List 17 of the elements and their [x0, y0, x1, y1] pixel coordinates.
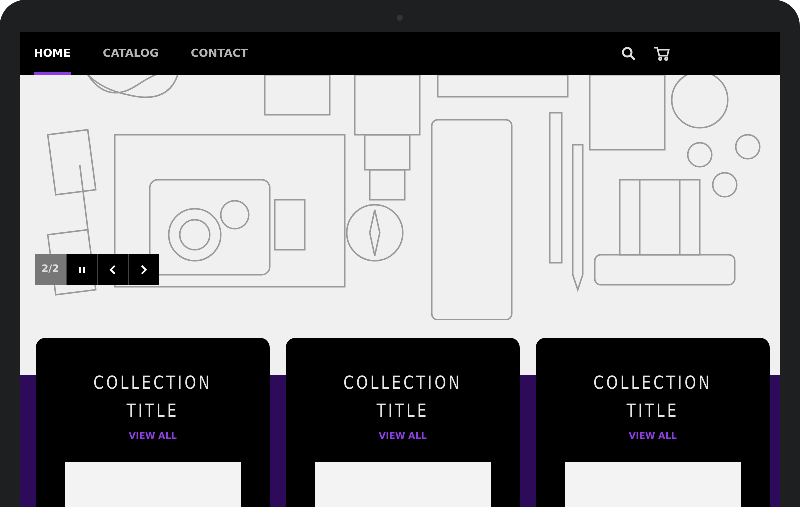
slide-counter: 2/2	[35, 254, 66, 285]
chevron-right-icon	[140, 264, 148, 274]
collection-title: COLLECTION TITLE	[92, 372, 214, 424]
next-button[interactable]	[128, 254, 159, 285]
chevron-left-icon	[109, 264, 117, 274]
collection-title: COLLECTION TITLE	[592, 372, 714, 424]
search-icon[interactable]	[622, 46, 636, 60]
cart-icon[interactable]	[654, 46, 670, 60]
previous-button[interactable]	[97, 254, 128, 285]
collection-title: COLLECTION TITLE	[342, 372, 464, 424]
pause-icon	[78, 266, 86, 274]
nav-item[interactable]: CATALOG	[103, 32, 159, 75]
nav-item[interactable]: CONTACT	[190, 32, 248, 75]
view-all-link[interactable]: VIEW ALL	[629, 432, 677, 442]
view-all-link[interactable]: VIEW ALL	[129, 432, 177, 442]
pause-button[interactable]	[66, 254, 97, 285]
view-all-link[interactable]: VIEW ALL	[379, 432, 427, 442]
